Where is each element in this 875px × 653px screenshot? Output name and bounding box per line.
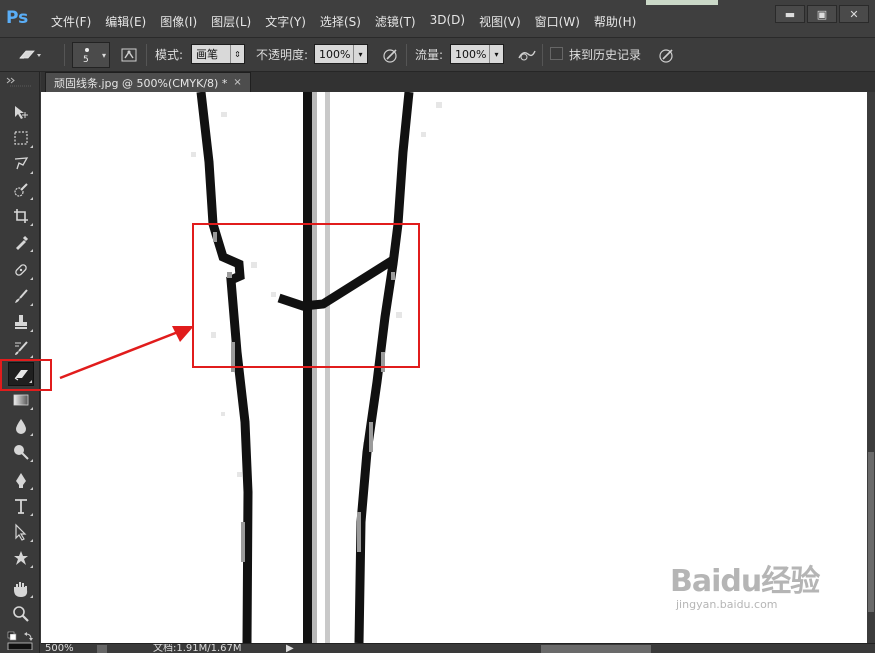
baidu-watermark: Baidu经验 jingyan.baidu.com xyxy=(670,556,820,611)
photoshop-window: Ps 文件(F) 编辑(E) 图像(I) 图层(L) 文字(Y) 选择(S) 滤… xyxy=(0,0,875,653)
watermark-logo-text: Baidu经验 xyxy=(670,564,820,599)
